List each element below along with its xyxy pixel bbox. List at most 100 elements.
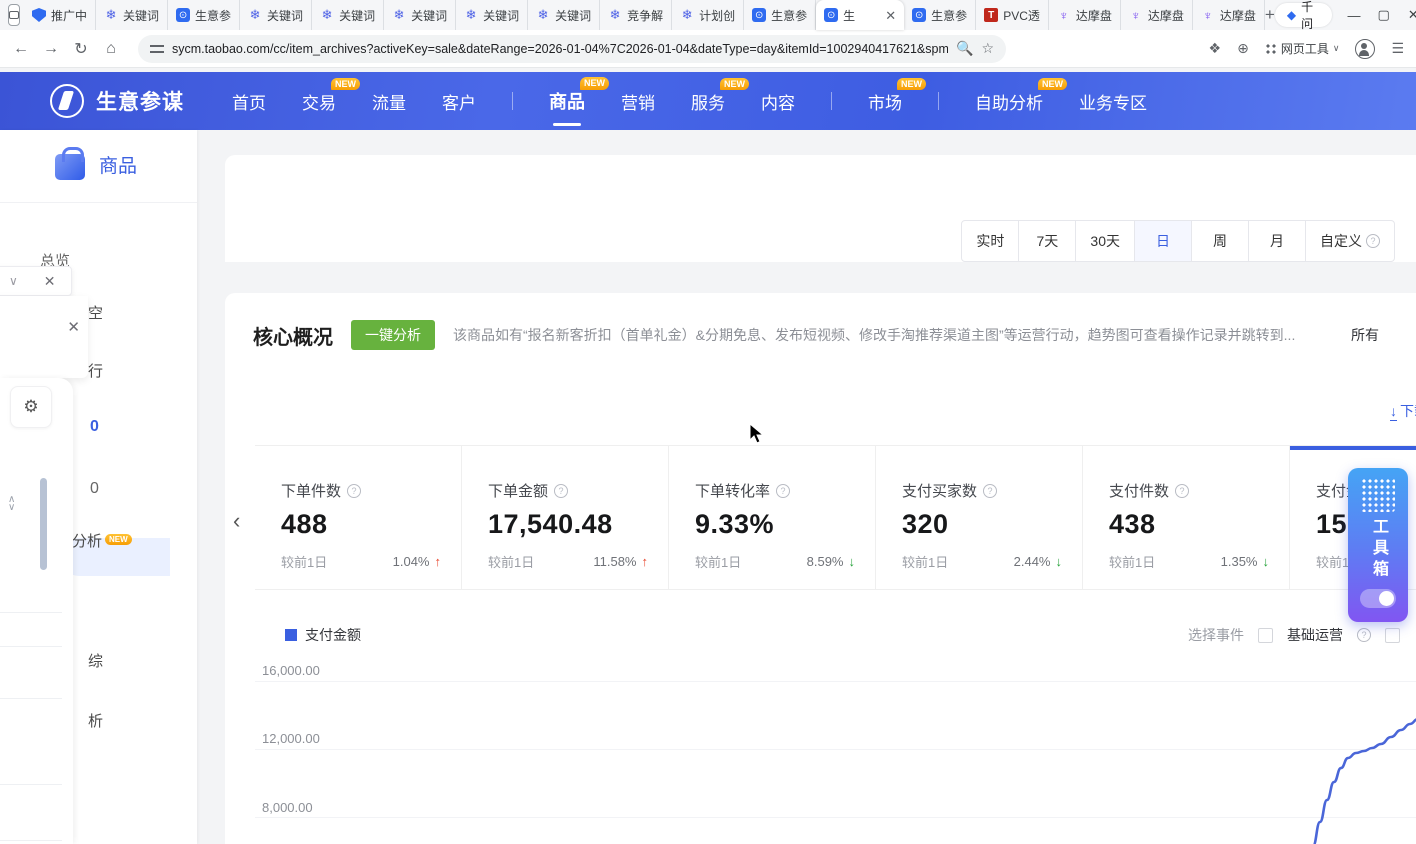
browser-tab[interactable]: ❄关键词 (456, 0, 528, 30)
toolbox-widget[interactable]: 工具箱 (1348, 468, 1408, 622)
gear-icon[interactable]: ⚙ (10, 386, 52, 428)
browser-tab[interactable]: ♆达摩盘 (1121, 0, 1193, 30)
reload-icon[interactable]: ↻ (66, 39, 96, 59)
help-icon[interactable]: ? (983, 484, 997, 498)
web-tools-menu[interactable]: 网页工具 ∨ (1265, 40, 1340, 57)
sidebar-item-fragment[interactable]: 综 (88, 650, 103, 671)
nav-item-营销[interactable]: 营销 (621, 89, 655, 114)
date-segment-日[interactable]: 日 (1135, 221, 1192, 261)
metric-card-下单金额[interactable]: 下单金额?17,540.48较前1日11.58%↑ (462, 446, 669, 589)
browser-tab[interactable]: ❄关键词 (384, 0, 456, 30)
assistant-button[interactable]: ◆ 千问 (1275, 3, 1332, 27)
date-segment-自定义[interactable]: 自定义? (1306, 221, 1394, 261)
tab-search-icon[interactable] (8, 4, 20, 26)
tab-title: 关键词 (411, 7, 447, 24)
basic-operation-checkbox[interactable] (1258, 628, 1273, 643)
collapsed-panel: ∨ ✕ (0, 266, 72, 296)
close-icon[interactable]: ✕ (67, 318, 80, 336)
nav-item-首页[interactable]: 首页 (232, 89, 266, 114)
sidebar-scrollbar[interactable] (40, 478, 47, 570)
all-link[interactable]: 所有 (1351, 325, 1379, 345)
one-click-analyze-button[interactable]: 一键分析 (351, 320, 435, 350)
browser-tab[interactable]: 推广中 (24, 0, 96, 30)
forward-icon[interactable]: → (36, 40, 66, 58)
sidebar-item-fragment[interactable]: 0 (90, 480, 99, 498)
browser-tab[interactable]: ❄关键词 (312, 0, 384, 30)
address-bar[interactable]: sycm.taobao.com/cc/item_archives?activeK… (138, 35, 1006, 63)
help-icon[interactable]: ? (1366, 234, 1380, 248)
sidebar-item-fragment[interactable]: 空 (88, 302, 103, 323)
tab-title: PVC透 (1003, 7, 1040, 24)
carousel-left-chevron-icon[interactable]: ‹ (233, 508, 240, 534)
assistant-label: 千问 (1301, 0, 1320, 32)
sidebar-item-analysis[interactable]: 分析NEW (72, 530, 132, 551)
new-badge: NEW (1038, 78, 1067, 91)
metric-card-支付件数[interactable]: 支付件数?438较前1日1.35%↓ (1083, 446, 1290, 589)
download-link[interactable]: ↓下载 (1390, 401, 1416, 421)
date-range-segmented-control: 实时7天30天日周月自定义? (961, 220, 1395, 262)
home-icon[interactable]: ⌂ (96, 40, 126, 58)
close-icon[interactable]: ✕ (44, 273, 56, 290)
metric-card-支付买家数[interactable]: 支付买家数?320较前1日2.44%↓ (876, 446, 1083, 589)
help-icon[interactable]: ? (554, 484, 568, 498)
help-icon[interactable]: ? (1175, 484, 1189, 498)
profile-avatar[interactable] (1355, 39, 1375, 59)
menu-icon[interactable]: ☰ (1391, 40, 1404, 57)
sidebar-item-active[interactable]: 0 (90, 418, 99, 436)
browser-tab[interactable]: ⊙生意参 (744, 0, 816, 30)
date-segment-实时[interactable]: 实时 (962, 221, 1019, 261)
date-segment-月[interactable]: 月 (1249, 221, 1306, 261)
chevron-down-icon[interactable]: ∨ (9, 274, 18, 288)
browser-tab[interactable]: ❄关键词 (240, 0, 312, 30)
close-window-button[interactable]: ✕ (1405, 7, 1416, 23)
maximize-button[interactable]: ▢ (1376, 7, 1392, 23)
browser-tab[interactable]: ❄计划创 (672, 0, 744, 30)
url-text[interactable]: sycm.taobao.com/cc/item_archives?activeK… (172, 42, 948, 56)
brand[interactable]: 生意参谋 (50, 84, 184, 118)
extensions-icon[interactable]: ❖ (1209, 40, 1222, 57)
sidebar-item-fragment[interactable]: 析 (88, 710, 103, 731)
browser-tab[interactable]: ♆达摩盘 (1193, 0, 1265, 30)
nav-item-交易[interactable]: 交易NEW (302, 89, 336, 114)
zoom-icon[interactable]: 🔍 (956, 40, 973, 57)
date-segment-7天[interactable]: 7天 (1019, 221, 1076, 261)
nav-item-业务专区[interactable]: 业务专区 (1079, 89, 1147, 114)
browser-tab[interactable]: ❄关键词 (528, 0, 600, 30)
nav-item-自助分析[interactable]: 自助分析NEW (975, 89, 1043, 114)
select-event-label[interactable]: 选择事件 (1188, 625, 1244, 645)
browser-tab[interactable]: ⊙生✕ (816, 0, 904, 30)
metric-card-下单件数[interactable]: 下单件数?488较前1日1.04%↑ (255, 446, 462, 589)
nav-item-内容[interactable]: 内容 (761, 89, 795, 114)
help-icon[interactable]: ? (776, 484, 790, 498)
nav-item-客户[interactable]: 客户 (442, 89, 476, 114)
tab-title: 生意参 (195, 7, 231, 24)
browser-tab[interactable]: ❄竞争解 (600, 0, 672, 30)
nav-item-流量[interactable]: 流量 (372, 89, 406, 114)
browser-tab[interactable]: ♆达摩盘 (1049, 0, 1121, 30)
site-settings-icon[interactable] (150, 44, 164, 54)
nav-item-市场[interactable]: 市场NEW (868, 89, 902, 114)
nav-item-商品[interactable]: 商品NEW (549, 88, 585, 114)
help-icon[interactable]: ? (347, 484, 361, 498)
help-icon[interactable]: ? (1357, 628, 1371, 642)
bookmark-star-icon[interactable]: ☆ (981, 40, 994, 57)
date-segment-周[interactable]: 周 (1192, 221, 1249, 261)
date-segment-30天[interactable]: 30天 (1076, 221, 1135, 261)
browser-tab[interactable]: TPVC透 (976, 0, 1049, 30)
sidebar-item-fragment[interactable]: 行 (88, 360, 103, 381)
tab-close-icon[interactable]: ✕ (885, 9, 896, 22)
new-tab-button[interactable]: + (1265, 2, 1275, 28)
nav-item-服务[interactable]: 服务NEW (691, 89, 725, 114)
toolbox-toggle[interactable] (1360, 589, 1396, 608)
browser-tab[interactable]: ❄关键词 (96, 0, 168, 30)
browser-tab[interactable]: ⊙生意参 (904, 0, 976, 30)
back-icon[interactable]: ← (6, 40, 36, 58)
metric-card-下单转化率[interactable]: 下单转化率?9.33%较前1日8.59%↓ (669, 446, 876, 589)
sidebar-title: 商品 (55, 148, 137, 180)
browser-tab[interactable]: ⊙生意参 (168, 0, 240, 30)
divider (938, 92, 939, 110)
minimize-button[interactable]: — (1346, 8, 1362, 23)
sort-chevrons-icon[interactable]: ∧∨ (8, 496, 15, 512)
clipped-checkbox[interactable] (1385, 628, 1400, 643)
download-circle-icon[interactable]: ⊕ (1237, 40, 1249, 57)
